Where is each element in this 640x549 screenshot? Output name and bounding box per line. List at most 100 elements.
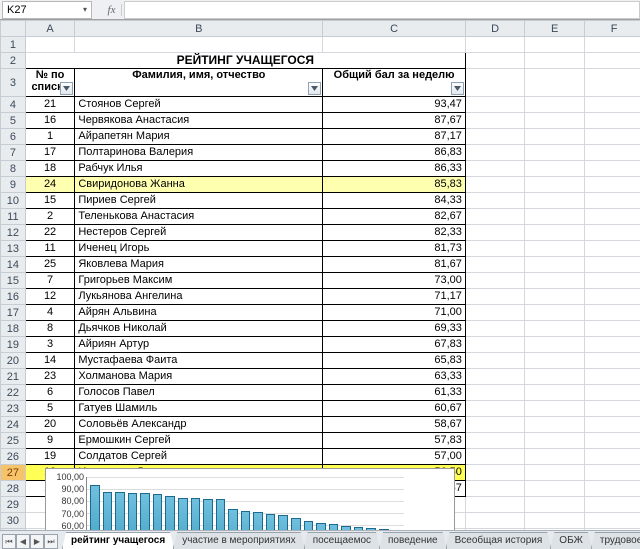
table-title[interactable]: РЕЙТИНГ УЧАЩЕГОСЯ: [25, 53, 465, 69]
empty-cell[interactable]: [465, 161, 525, 177]
empty-cell[interactable]: [465, 257, 525, 273]
cell-number[interactable]: 20: [25, 417, 75, 433]
cell-number[interactable]: 17: [25, 145, 75, 161]
filter-dropdown-icon[interactable]: [60, 82, 73, 95]
row-header[interactable]: 9: [1, 177, 26, 193]
empty-cell[interactable]: [584, 225, 640, 241]
empty-cell[interactable]: [465, 497, 525, 513]
empty-cell[interactable]: [584, 145, 640, 161]
cell-score[interactable]: 87,67: [323, 113, 466, 129]
row-header[interactable]: 6: [1, 129, 26, 145]
cell-score[interactable]: 67,83: [323, 337, 466, 353]
empty-cell[interactable]: [465, 417, 525, 433]
empty-cell[interactable]: [465, 69, 525, 97]
cell-score[interactable]: 82,67: [323, 209, 466, 225]
row-header[interactable]: 4: [1, 97, 26, 113]
empty-cell[interactable]: [525, 209, 585, 225]
cell-number[interactable]: 19: [25, 449, 75, 465]
empty-cell[interactable]: [584, 241, 640, 257]
empty-cell[interactable]: [525, 401, 585, 417]
cell-number[interactable]: 23: [25, 369, 75, 385]
empty-cell[interactable]: [465, 53, 525, 69]
cell-name[interactable]: Айрапетян Мария: [75, 129, 323, 145]
cell-number[interactable]: 7: [25, 273, 75, 289]
empty-cell[interactable]: [465, 289, 525, 305]
sheet-tab[interactable]: трудовое: [591, 532, 640, 549]
empty-cell[interactable]: [525, 289, 585, 305]
empty-cell[interactable]: [584, 209, 640, 225]
cell-score[interactable]: 60,67: [323, 401, 466, 417]
worksheet-grid[interactable]: A B C D E F G H I 12РЕЙТИНГ УЧАЩЕГОСЯ3№ …: [0, 20, 640, 530]
empty-cell[interactable]: [584, 449, 640, 465]
name-box-dropdown-icon[interactable]: ▾: [83, 5, 87, 14]
cell-score[interactable]: 82,33: [323, 225, 466, 241]
row-header[interactable]: 25: [1, 433, 26, 449]
empty-cell[interactable]: [584, 129, 640, 145]
cell-name[interactable]: Стоянов Сергей: [75, 97, 323, 113]
cell-name[interactable]: Яковлева Мария: [75, 257, 323, 273]
empty-cell[interactable]: [465, 113, 525, 129]
cell-number[interactable]: 15: [25, 193, 75, 209]
cell-number[interactable]: 16: [25, 113, 75, 129]
cell-score[interactable]: 57,83: [323, 433, 466, 449]
empty-cell[interactable]: [525, 177, 585, 193]
cell-score[interactable]: 86,83: [323, 145, 466, 161]
empty-cell[interactable]: [465, 97, 525, 113]
row-header[interactable]: 11: [1, 209, 26, 225]
empty-cell[interactable]: [525, 497, 585, 513]
cell-number[interactable]: 25: [25, 257, 75, 273]
cell-name[interactable]: Иченец Игорь: [75, 241, 323, 257]
cell-number[interactable]: 11: [25, 241, 75, 257]
empty-cell[interactable]: [584, 161, 640, 177]
empty-cell[interactable]: [465, 145, 525, 161]
empty-cell[interactable]: [525, 113, 585, 129]
cell-number[interactable]: 22: [25, 225, 75, 241]
empty-cell[interactable]: [465, 433, 525, 449]
empty-cell[interactable]: [465, 353, 525, 369]
empty-cell[interactable]: [584, 289, 640, 305]
row-header[interactable]: 21: [1, 369, 26, 385]
cell-name[interactable]: Мустафаева Фаита: [75, 353, 323, 369]
empty-cell[interactable]: [525, 257, 585, 273]
sheet-tab[interactable]: участие в мероприятиях: [173, 532, 305, 549]
empty-cell[interactable]: [584, 193, 640, 209]
row-header[interactable]: 26: [1, 449, 26, 465]
empty-cell[interactable]: [465, 241, 525, 257]
empty-cell[interactable]: [465, 129, 525, 145]
cell-name[interactable]: Червякова Анастасия: [75, 113, 323, 129]
empty-cell[interactable]: [584, 513, 640, 529]
cell-name[interactable]: Рабчук Илья: [75, 161, 323, 177]
cell-name[interactable]: Холманова Мария: [75, 369, 323, 385]
row-header[interactable]: 12: [1, 225, 26, 241]
cell-name[interactable]: Соловьёв Александр: [75, 417, 323, 433]
row-header[interactable]: 23: [1, 401, 26, 417]
formula-bar[interactable]: [124, 1, 640, 19]
row-header[interactable]: 24: [1, 417, 26, 433]
empty-cell[interactable]: [584, 257, 640, 273]
sheet-tab[interactable]: Всеобщая история: [446, 532, 552, 549]
empty-cell[interactable]: [465, 177, 525, 193]
empty-cell[interactable]: [584, 433, 640, 449]
cell-name[interactable]: Айрян Альвина: [75, 305, 323, 321]
cell-score[interactable]: 58,67: [323, 417, 466, 433]
row-header[interactable]: 1: [1, 37, 26, 53]
cell-score[interactable]: 84,33: [323, 193, 466, 209]
empty-cell[interactable]: [323, 37, 466, 53]
cell-score[interactable]: 71,17: [323, 289, 466, 305]
cell-number[interactable]: 2: [25, 209, 75, 225]
empty-cell[interactable]: [75, 37, 323, 53]
row-header[interactable]: 7: [1, 145, 26, 161]
empty-cell[interactable]: [525, 225, 585, 241]
empty-cell[interactable]: [465, 321, 525, 337]
cell-number[interactable]: 3: [25, 337, 75, 353]
empty-cell[interactable]: [584, 97, 640, 113]
empty-cell[interactable]: [525, 53, 585, 69]
cell-name[interactable]: Нестеров Сергей: [75, 225, 323, 241]
empty-cell[interactable]: [465, 385, 525, 401]
cell-number[interactable]: 5: [25, 401, 75, 417]
tab-nav-prev[interactable]: ◀: [16, 534, 30, 549]
sheet-tab[interactable]: ОБЖ: [550, 532, 592, 549]
col-header-E[interactable]: E: [525, 21, 585, 37]
header-col-B[interactable]: Фамилия, имя, отчество: [75, 69, 323, 97]
empty-cell[interactable]: [584, 465, 640, 481]
